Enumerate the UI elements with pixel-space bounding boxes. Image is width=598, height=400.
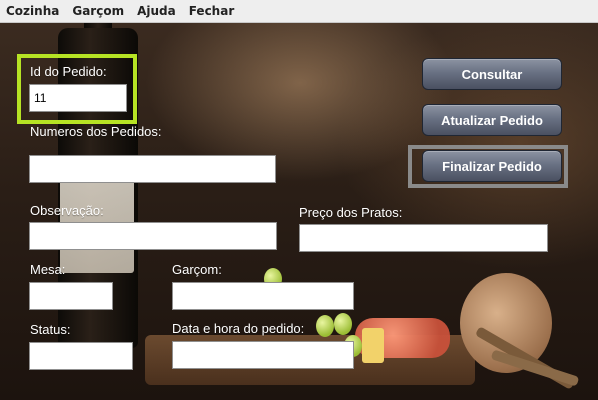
cheese-slice bbox=[362, 328, 384, 363]
label-numeros-pedidos: Numeros dos Pedidos: bbox=[30, 124, 162, 139]
menu-bar: Cozinha Garçom Ajuda Fechar bbox=[0, 0, 598, 23]
observacao-input[interactable] bbox=[29, 222, 277, 250]
label-mesa: Mesa: bbox=[30, 262, 66, 277]
label-data-hora: Data e hora do pedido: bbox=[172, 321, 305, 336]
label-preco-pratos: Preço dos Pratos: bbox=[299, 205, 403, 220]
grape-2 bbox=[316, 315, 334, 337]
garcom-input[interactable] bbox=[172, 282, 354, 310]
label-status: Status: bbox=[30, 322, 71, 337]
label-observacao: Observação: bbox=[30, 203, 104, 218]
menu-ajuda[interactable]: Ajuda bbox=[131, 0, 183, 22]
numeros-pedidos-input[interactable] bbox=[29, 155, 276, 183]
status-input[interactable] bbox=[29, 342, 133, 370]
menu-garcom[interactable]: Garçom bbox=[66, 0, 131, 22]
label-id-pedido: Id do Pedido: bbox=[30, 64, 107, 79]
id-pedido-input[interactable] bbox=[29, 84, 127, 112]
menu-fechar[interactable]: Fechar bbox=[183, 0, 242, 22]
menu-cozinha[interactable]: Cozinha bbox=[0, 0, 66, 22]
finalizar-pedido-button[interactable]: Finalizar Pedido bbox=[422, 150, 562, 182]
grape-3 bbox=[334, 313, 352, 335]
atualizar-pedido-button[interactable]: Atualizar Pedido bbox=[422, 104, 562, 136]
mesa-input[interactable] bbox=[29, 282, 113, 310]
preco-pratos-input[interactable] bbox=[299, 224, 548, 252]
consultar-button[interactable]: Consultar bbox=[422, 58, 562, 90]
data-hora-input[interactable] bbox=[172, 341, 354, 369]
label-garcom: Garçom: bbox=[172, 262, 222, 277]
